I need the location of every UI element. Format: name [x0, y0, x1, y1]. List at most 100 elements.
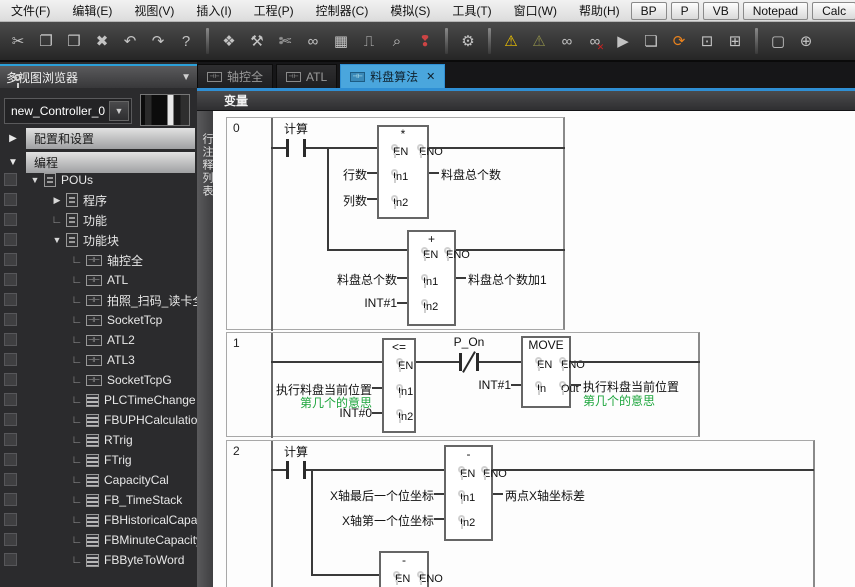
- tree-item-POUs[interactable]: ▼POUs: [0, 170, 197, 190]
- project-window-button[interactable]: ❖: [215, 27, 243, 55]
- warning-button[interactable]: ⚠: [497, 27, 525, 55]
- menu-item-8[interactable]: 窗口(W): [503, 2, 568, 19]
- help-button[interactable]: ?: [172, 27, 200, 55]
- operand-out[interactable]: 料盘总个数加1: [468, 271, 547, 288]
- delete-button[interactable]: ✖: [88, 27, 116, 55]
- no-contact[interactable]: [286, 461, 306, 479]
- run-button[interactable]: ▶: [609, 27, 637, 55]
- pin-icon[interactable]: [14, 74, 21, 81]
- variable-manager-button[interactable]: ⚙: [454, 27, 482, 55]
- menu-item-2[interactable]: 视图(V): [123, 2, 185, 19]
- copy-button[interactable]: ❐: [32, 27, 60, 55]
- menu-item-0[interactable]: 文件(F): [0, 2, 61, 19]
- chevron-down-icon[interactable]: ▼: [28, 175, 42, 185]
- tree-item-轴控全[interactable]: ∟⊣⊢轴控全: [0, 250, 197, 270]
- variables-bar[interactable]: 变量: [197, 91, 855, 111]
- tree-item-CapacityCal[interactable]: ∟CapacityCal: [0, 470, 197, 490]
- controller-dropdown-arrow-icon[interactable]: ▼: [109, 101, 129, 121]
- sync-button[interactable]: ⟳: [665, 27, 693, 55]
- tree-item-FTrig[interactable]: ∟FTrig: [0, 450, 197, 470]
- tree-item-拍照_扫码_读卡全[interactable]: ∟⊣⊢拍照_扫码_读卡全: [0, 290, 197, 310]
- row-comment-strip[interactable]: 行注释列表: [197, 111, 213, 587]
- tree-item-FB_TimeStack[interactable]: ∟FB_TimeStack: [0, 490, 197, 510]
- build-button[interactable]: ⚒: [243, 27, 271, 55]
- operand-in2[interactable]: 列数: [282, 192, 367, 209]
- move-block[interactable]: MOVE EN ENO In Out: [521, 336, 571, 408]
- search-button[interactable]: ⌕: [383, 27, 411, 55]
- tree-item-ATL[interactable]: ∟⊣⊢ATL: [0, 270, 197, 290]
- operand-in2[interactable]: X轴第一个位坐标: [289, 512, 434, 529]
- quick-button-notepad[interactable]: Notepad: [743, 2, 808, 20]
- tree-item-PLCTimeChange[interactable]: ∟PLCTimeChange: [0, 390, 197, 410]
- tree-item-程序[interactable]: ▶程序: [0, 190, 197, 210]
- fit-view-button[interactable]: ▢: [764, 27, 792, 55]
- section-configuration[interactable]: ▶ 配置和设置: [0, 128, 197, 149]
- menu-item-1[interactable]: 编辑(E): [61, 2, 123, 19]
- cut-button[interactable]: ✂: [4, 27, 32, 55]
- undo-button[interactable]: ↶: [116, 27, 144, 55]
- nc-contact[interactable]: [459, 353, 479, 371]
- rebuild-button[interactable]: ✄: [271, 27, 299, 55]
- operand-in2[interactable]: INT#1: [282, 296, 397, 310]
- watch-table-button[interactable]: ▦: [327, 27, 355, 55]
- menu-item-5[interactable]: 控制器(C): [305, 2, 380, 19]
- chevron-down-icon[interactable]: ▼: [0, 157, 26, 168]
- tree-item-FBUPHCalculation[interactable]: ∟FBUPHCalculation: [0, 410, 197, 430]
- quick-button-calc[interactable]: Calc: [812, 2, 855, 20]
- tree-item-label: SocketTcp: [107, 313, 162, 327]
- quick-button-p[interactable]: P: [671, 2, 699, 20]
- no-contact[interactable]: [286, 139, 306, 157]
- tab-轴控全[interactable]: ⊣⊢轴控全: [197, 64, 273, 88]
- io-map-button[interactable]: ⎍: [355, 27, 383, 55]
- tab-ATL[interactable]: ⊣⊢ATL: [276, 64, 337, 88]
- sub2-block[interactable]: - EN ENO: [379, 551, 429, 587]
- menu-item-6[interactable]: 模拟(S): [379, 2, 441, 19]
- operand-in1[interactable]: X轴最后一个位坐标: [289, 487, 434, 504]
- add-block[interactable]: + EN ENO In1 In2: [407, 230, 456, 326]
- menu-item-9[interactable]: 帮助(H): [568, 2, 631, 19]
- operand-in1[interactable]: 料盘总个数: [282, 271, 397, 288]
- chevron-right-icon[interactable]: ▶: [50, 195, 64, 206]
- operand-in2[interactable]: INT#0: [252, 406, 372, 420]
- close-icon[interactable]: ✕: [426, 70, 435, 83]
- cmp-block[interactable]: <= EN In1 In2: [382, 338, 416, 433]
- redo-button[interactable]: ↷: [144, 27, 172, 55]
- operand-in[interactable]: INT#1: [431, 378, 511, 392]
- tree-item-ATL2[interactable]: ∟⊣⊢ATL2: [0, 330, 197, 350]
- chevron-down-icon[interactable]: ▼: [181, 72, 191, 83]
- ladder-canvas[interactable]: 0 计算 * EN ENO In1 In2 行数 列数 料盘总个数: [213, 111, 855, 587]
- paste-button[interactable]: ❒: [60, 27, 88, 55]
- tree-item-功能块[interactable]: ▼功能块: [0, 230, 197, 250]
- tree-item-FBMinuteCapacity[interactable]: ∟FBMinuteCapacity: [0, 530, 197, 550]
- monitor-watch-button[interactable]: ∞: [299, 27, 327, 55]
- tree-item-SocketTcpG[interactable]: ∟⊣⊢SocketTcpG: [0, 370, 197, 390]
- sub-block[interactable]: - EN ENO In1 In2: [444, 445, 493, 541]
- menu-item-7[interactable]: 工具(T): [441, 2, 502, 19]
- monitor-stop-button[interactable]: ∞: [581, 27, 609, 55]
- tree-item-FBHistoricalCapacity[interactable]: ∟FBHistoricalCapacity: [0, 510, 197, 530]
- chevron-right-icon[interactable]: ▶: [0, 133, 26, 144]
- menu-item-4[interactable]: 工程(P): [243, 2, 305, 19]
- controller-select[interactable]: new_Controller_0 ▼: [4, 98, 132, 124]
- tree-item-SocketTcp[interactable]: ∟⊣⊢SocketTcp: [0, 310, 197, 330]
- quick-button-bp[interactable]: BP: [631, 2, 667, 20]
- zoom-in-button[interactable]: ⊕: [792, 27, 820, 55]
- monitor-glasses-button[interactable]: ∞: [553, 27, 581, 55]
- operand-out[interactable]: 料盘总个数: [441, 166, 501, 183]
- offline-monitor-button[interactable]: ⊞: [721, 27, 749, 55]
- menu-item-3[interactable]: 插入(I): [185, 2, 242, 19]
- online-monitor-button[interactable]: ⊡: [693, 27, 721, 55]
- mul-block[interactable]: * EN ENO In1 In2: [377, 125, 429, 219]
- warning-filter-button[interactable]: ⚠: [525, 27, 553, 55]
- chevron-down-icon[interactable]: ▼: [50, 235, 64, 245]
- tab-料盘算法[interactable]: ⊣⊢料盘算法✕: [340, 64, 445, 88]
- tree-item-FBByteToWord[interactable]: ∟FBByteToWord: [0, 550, 197, 570]
- error-list-button[interactable]: ❢: [411, 27, 439, 55]
- quick-button-vb[interactable]: VB: [703, 2, 739, 20]
- tree-item-ATL3[interactable]: ∟⊣⊢ATL3: [0, 350, 197, 370]
- step-button[interactable]: ❏: [637, 27, 665, 55]
- operand-in1[interactable]: 行数: [282, 166, 367, 183]
- tree-item-RTrig[interactable]: ∟RTrig: [0, 430, 197, 450]
- tree-item-功能[interactable]: ∟功能: [0, 210, 197, 230]
- operand-out[interactable]: 两点X轴坐标差: [505, 487, 585, 504]
